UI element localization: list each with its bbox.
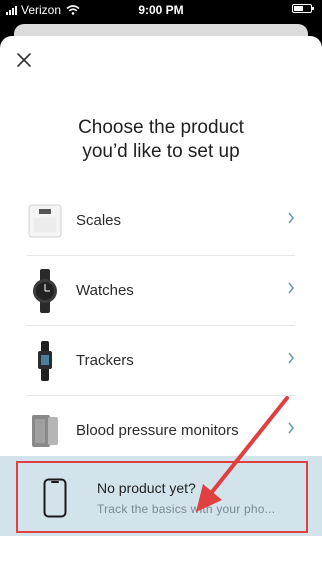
chevron-right-icon [288, 422, 295, 434]
blood-pressure-monitor-icon [27, 408, 62, 453]
product-label: Blood pressure monitors [76, 422, 239, 439]
close-icon[interactable] [12, 48, 36, 72]
title-line-2: you’d like to set up [82, 141, 240, 162]
chevron-right-icon [288, 212, 295, 224]
tracker-icon [27, 338, 62, 383]
scale-icon [27, 198, 62, 243]
highlight-box [16, 461, 308, 533]
product-item-scales[interactable]: Scales [27, 186, 295, 256]
product-item-trackers[interactable]: Trackers [27, 326, 295, 396]
battery-icon [292, 4, 314, 13]
status-bar: Verizon 9:00 PM [0, 0, 322, 20]
chevron-right-icon [288, 352, 295, 364]
product-label: Scales [76, 212, 122, 229]
product-list: Scales Watches Trackers Blood pressure m… [27, 186, 295, 466]
watch-icon [27, 268, 62, 313]
status-time: 9:00 PM [138, 3, 184, 17]
product-label: Watches [76, 282, 134, 299]
chevron-right-icon [288, 282, 295, 294]
title-line-1: Choose the product [78, 117, 244, 138]
close-button[interactable] [12, 48, 36, 72]
product-label: Trackers [76, 352, 134, 369]
page-title: Choose the product you’d like to set up [0, 116, 322, 164]
product-item-watches[interactable]: Watches [27, 256, 295, 326]
